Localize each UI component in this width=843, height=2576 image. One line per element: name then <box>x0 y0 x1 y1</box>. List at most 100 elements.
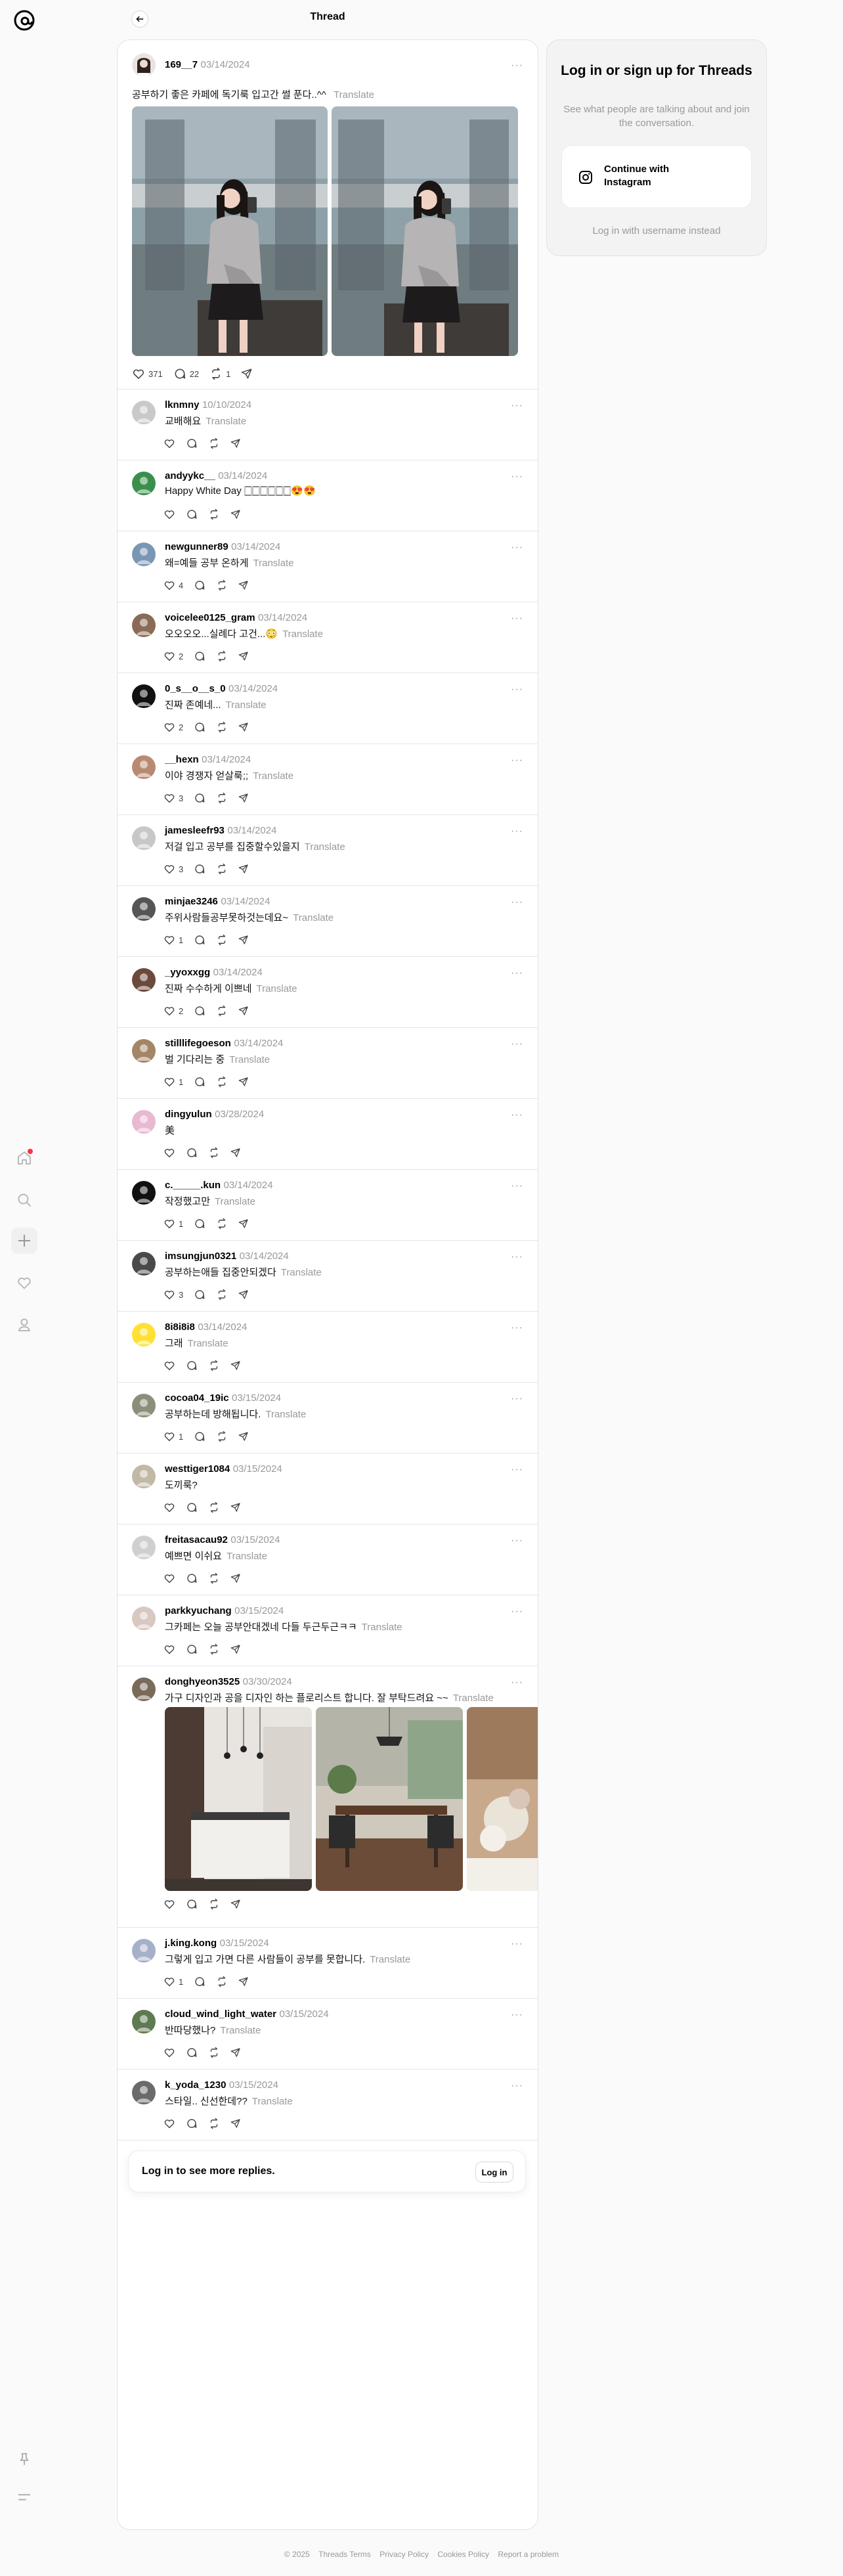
translate-link[interactable]: Translate <box>305 841 345 853</box>
share-button[interactable] <box>230 509 241 520</box>
translate-link[interactable]: Translate <box>215 1196 255 1207</box>
reply-username[interactable]: dingyulun <box>165 1109 212 1120</box>
more-icon[interactable]: ··· <box>511 897 523 908</box>
translate-link[interactable]: Translate <box>282 629 323 640</box>
more-icon[interactable]: ··· <box>511 1252 523 1262</box>
post-photo-2[interactable] <box>332 106 518 356</box>
repost-button[interactable] <box>208 1898 220 1910</box>
like-button[interactable] <box>163 1501 175 1513</box>
like-button[interactable]: 371 <box>132 367 163 380</box>
translate-link[interactable]: Translate <box>281 1267 322 1278</box>
more-icon[interactable]: ··· <box>511 2010 523 2020</box>
reply-photo-1[interactable] <box>165 1707 312 1891</box>
translate-link[interactable]: Translate <box>252 2096 293 2107</box>
comment-button[interactable] <box>186 2047 198 2058</box>
more-icon[interactable]: ··· <box>511 1323 523 1333</box>
reply-username[interactable]: imsungjun0321 <box>165 1251 236 1262</box>
like-button[interactable]: 2 <box>163 1005 183 1017</box>
avatar[interactable] <box>132 755 156 779</box>
share-button[interactable] <box>238 651 249 661</box>
nav-home[interactable] <box>11 1145 37 1171</box>
like-button[interactable] <box>163 1360 175 1371</box>
reply-date[interactable]: 03/15/2024 <box>229 2079 278 2091</box>
reply-username[interactable]: lknmny <box>165 399 200 411</box>
more-icon[interactable]: ··· <box>511 1677 523 1688</box>
reply-username[interactable]: _yyoxxgg <box>165 967 210 978</box>
repost-button[interactable] <box>216 1976 228 1988</box>
repost-button[interactable] <box>216 863 228 875</box>
reply-date[interactable]: 03/14/2024 <box>228 683 278 694</box>
translate-link[interactable]: Translate <box>334 89 374 100</box>
share-button[interactable] <box>230 1147 241 1158</box>
comment-button[interactable] <box>194 934 205 946</box>
like-button[interactable]: 1 <box>163 1976 183 1988</box>
share-button[interactable] <box>238 722 249 732</box>
share-button[interactable] <box>238 793 249 803</box>
repost-button[interactable] <box>208 508 220 520</box>
like-button[interactable] <box>163 1643 175 1655</box>
reply-username[interactable]: minjae3246 <box>165 896 218 907</box>
comment-button[interactable] <box>194 721 205 733</box>
reply-username[interactable]: 8i8i8i8 <box>165 1321 195 1333</box>
reply-date[interactable]: 03/14/2024 <box>227 825 276 836</box>
avatar[interactable] <box>132 1939 156 1963</box>
comment-button[interactable] <box>194 863 205 875</box>
repost-button[interactable] <box>208 437 220 449</box>
like-button[interactable] <box>163 2118 175 2129</box>
reply-date[interactable]: 03/14/2024 <box>218 470 267 481</box>
share-button[interactable] <box>238 1218 249 1229</box>
repost-button[interactable] <box>216 579 228 591</box>
reply-date[interactable]: 03/15/2024 <box>232 1392 281 1404</box>
comment-button[interactable] <box>194 1076 205 1088</box>
threads-logo-icon[interactable] <box>12 8 37 33</box>
comment-button[interactable] <box>186 1572 198 1584</box>
more-icon[interactable]: ··· <box>511 1039 523 1050</box>
reply-date[interactable]: 03/14/2024 <box>240 1251 289 1262</box>
share-button[interactable] <box>230 2047 241 2058</box>
avatar[interactable] <box>132 2081 156 2104</box>
reply-username[interactable]: c._____.kun <box>165 1180 221 1191</box>
like-button[interactable] <box>163 1572 175 1584</box>
like-button[interactable]: 3 <box>163 792 183 804</box>
share-button[interactable] <box>238 1289 249 1300</box>
comment-button[interactable] <box>186 1360 198 1371</box>
continue-with-instagram-button[interactable]: Continue with Instagram <box>561 145 752 208</box>
translate-link[interactable]: Translate <box>205 416 246 427</box>
reply-date[interactable]: 03/14/2024 <box>221 896 270 907</box>
share-button[interactable] <box>238 864 249 874</box>
translate-link[interactable]: Translate <box>265 1409 306 1420</box>
avatar[interactable] <box>132 1465 156 1488</box>
repost-button[interactable] <box>216 1218 228 1230</box>
repost-button[interactable] <box>208 2118 220 2129</box>
reply-username[interactable]: stilllifegoeson <box>165 1038 231 1049</box>
repost-button[interactable] <box>216 1076 228 1088</box>
reply-photo-3[interactable] <box>467 1707 538 1891</box>
comment-button[interactable] <box>186 1643 198 1655</box>
repost-button[interactable] <box>208 1147 220 1159</box>
comment-button[interactable] <box>186 1898 198 1910</box>
translate-link[interactable]: Translate <box>257 983 297 994</box>
translate-link[interactable]: Translate <box>253 558 294 569</box>
nav-profile[interactable] <box>11 1312 37 1338</box>
reply-date[interactable]: 03/15/2024 <box>234 1605 284 1616</box>
comment-button[interactable] <box>194 650 205 662</box>
translate-link[interactable]: Translate <box>362 1622 402 1633</box>
reply-username[interactable]: westtiger1084 <box>165 1463 230 1475</box>
share-button[interactable] <box>238 1077 249 1087</box>
translate-link[interactable]: Translate <box>293 912 334 923</box>
reply-date[interactable]: 03/14/2024 <box>213 967 263 978</box>
translate-link[interactable]: Translate <box>220 2025 261 2036</box>
like-button[interactable]: 4 <box>163 579 183 591</box>
avatar[interactable] <box>132 968 156 992</box>
avatar[interactable] <box>132 1181 156 1205</box>
repost-button[interactable] <box>216 1005 228 1017</box>
more-icon[interactable]: ··· <box>511 1110 523 1121</box>
footer-link-cookies[interactable]: Cookies Policy <box>437 2550 489 2559</box>
share-button[interactable] <box>230 2118 241 2129</box>
like-button[interactable] <box>163 1898 175 1910</box>
pin-icon[interactable] <box>17 2452 32 2466</box>
share-button[interactable] <box>238 1431 249 1442</box>
translate-link[interactable]: Translate <box>253 770 293 782</box>
more-icon[interactable]: ··· <box>511 401 523 411</box>
avatar[interactable] <box>132 2010 156 2033</box>
